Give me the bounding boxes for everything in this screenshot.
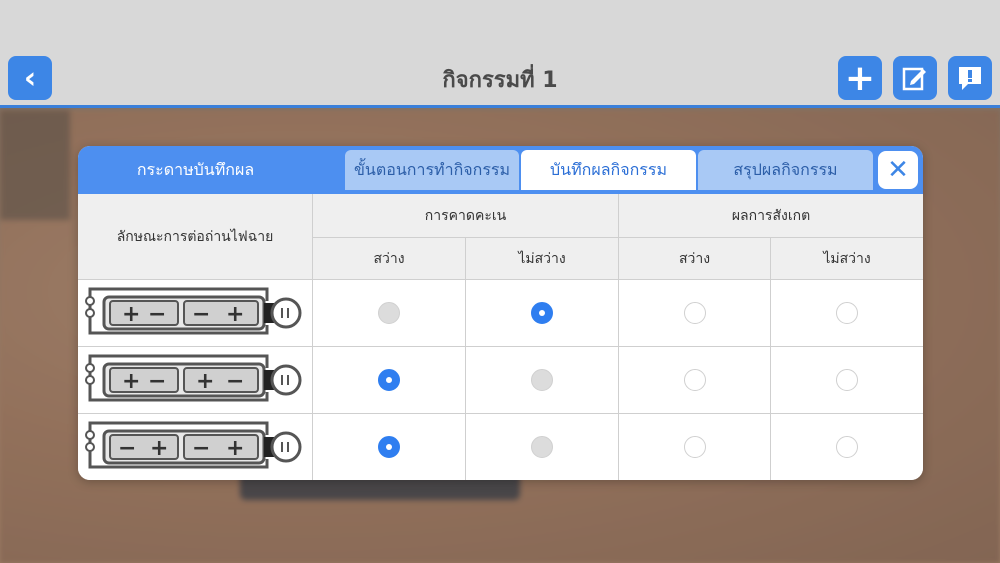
- observe-bright-radio-cell[interactable]: [619, 280, 771, 347]
- dialog-header: กระดาษบันทึกผล ขั้นตอนการทำกิจกรรม บันทึ…: [78, 146, 923, 194]
- radio-button[interactable]: [836, 436, 858, 458]
- svg-text:+: +: [226, 436, 244, 461]
- svg-text:+: +: [122, 369, 140, 394]
- tab-activity-steps[interactable]: ขั้นตอนการทำกิจกรรม: [345, 150, 519, 190]
- tab-summary[interactable]: สรุปผลกิจกรรม: [698, 150, 873, 190]
- radio-button[interactable]: [378, 302, 400, 324]
- svg-text:−: −: [118, 436, 136, 461]
- close-button[interactable]: ✕: [878, 151, 918, 189]
- svg-text:+: +: [196, 369, 214, 394]
- observe-not-bright-radio-cell[interactable]: [771, 414, 923, 480]
- predict-bright-radio-cell[interactable]: [313, 280, 466, 347]
- predict-bright-radio-cell[interactable]: [313, 347, 466, 414]
- predict-not-bright-radio-cell[interactable]: [466, 347, 619, 414]
- edit-button[interactable]: [893, 56, 937, 100]
- observe-not-bright-radio-cell[interactable]: [771, 347, 923, 414]
- predict-not-bright-radio-cell[interactable]: [466, 280, 619, 347]
- col-predict-bright: สว่าง: [313, 238, 466, 280]
- table-row-circuit: + − + −: [78, 347, 313, 414]
- col-observe-bright: สว่าง: [619, 238, 771, 280]
- radio-button[interactable]: [531, 436, 553, 458]
- observe-bright-radio-cell[interactable]: [619, 347, 771, 414]
- predict-not-bright-radio-cell[interactable]: [466, 414, 619, 480]
- svg-text:−: −: [148, 302, 166, 327]
- dialog-title: กระดาษบันทึกผล: [136, 159, 255, 179]
- svg-text:−: −: [192, 302, 210, 327]
- radio-button[interactable]: [378, 436, 400, 458]
- battery-circuit-plus-minus-minus-plus: + − − +: [85, 287, 302, 335]
- radio-button[interactable]: [683, 436, 706, 458]
- svg-text:−: −: [148, 369, 166, 394]
- radio-button[interactable]: [378, 369, 400, 391]
- plus-icon: +: [844, 57, 876, 99]
- svg-text:+: +: [226, 302, 244, 327]
- close-icon: ✕: [887, 155, 909, 185]
- radio-button[interactable]: [836, 302, 858, 324]
- battery-circuit-plus-minus-plus-minus: + − + −: [85, 354, 302, 402]
- info-icon: [959, 67, 981, 90]
- edit-icon: [902, 67, 926, 91]
- col-observe-not-bright: ไม่สว่าง: [771, 238, 923, 280]
- table-row-circuit: − + − +: [78, 414, 313, 480]
- info-button[interactable]: [948, 56, 992, 100]
- svg-text:−: −: [192, 436, 210, 461]
- radio-button[interactable]: [531, 302, 553, 324]
- radio-button[interactable]: [836, 369, 858, 391]
- svg-text:−: −: [226, 369, 244, 394]
- radio-button[interactable]: [531, 369, 553, 391]
- predict-bright-radio-cell[interactable]: [313, 414, 466, 480]
- svg-text:+: +: [150, 436, 168, 461]
- record-sheet-dialog: กระดาษบันทึกผล ขั้นตอนการทำกิจกรรม บันทึ…: [78, 146, 923, 480]
- row-header: ลักษณะการต่อถ่านไฟฉาย: [78, 194, 313, 280]
- tab-record-results[interactable]: บันทึกผลกิจกรรม: [521, 150, 696, 190]
- observe-not-bright-radio-cell[interactable]: [771, 280, 923, 347]
- group-observation: ผลการสังเกต: [619, 194, 923, 238]
- col-predict-not-bright: ไม่สว่าง: [466, 238, 619, 280]
- radio-button[interactable]: [683, 302, 706, 324]
- group-prediction: การคาดคะเน: [313, 194, 619, 238]
- add-button[interactable]: +: [838, 56, 882, 100]
- results-table: ลักษณะการต่อถ่านไฟฉาย การคาดคะเน ผลการสั…: [78, 194, 923, 480]
- observe-bright-radio-cell[interactable]: [619, 414, 771, 480]
- svg-text:+: +: [122, 302, 140, 327]
- top-bar: ‹ กิจกรรมที่ 1 +: [0, 0, 1000, 108]
- battery-circuit-minus-plus-minus-plus: − + − +: [85, 421, 302, 469]
- table-row-circuit: + − − +: [78, 280, 313, 347]
- radio-button[interactable]: [683, 369, 706, 391]
